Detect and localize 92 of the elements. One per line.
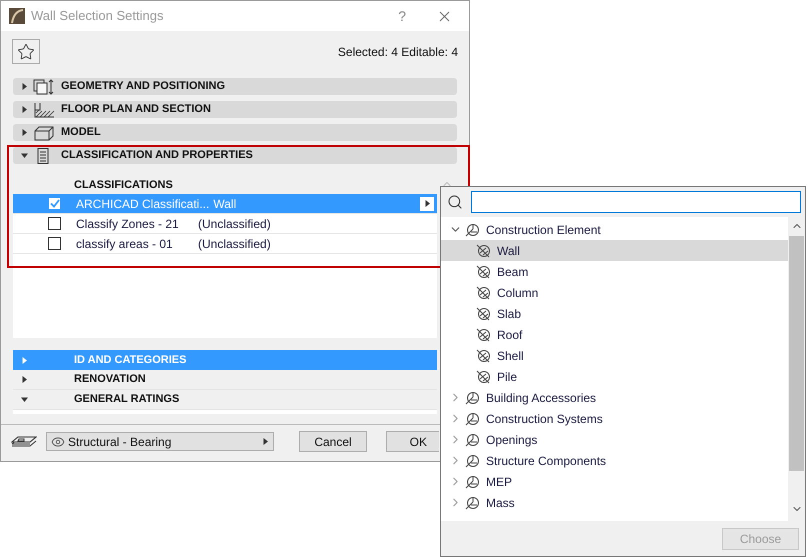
classification-system: ARCHICAD Classificati...: [76, 196, 210, 212]
tree-item[interactable]: Beam: [441, 261, 788, 282]
category-icon: [465, 496, 480, 510]
tree-item[interactable]: Mass: [441, 492, 788, 513]
selection-count: Selected: 4 Editable: 4: [338, 44, 458, 60]
tree-item[interactable]: MEP: [441, 471, 788, 492]
classification-system: Classify Zones - 21: [76, 216, 180, 232]
expand-triangle-icon[interactable]: [262, 438, 269, 445]
tree-item[interactable]: Shell: [441, 345, 788, 366]
geometry-icon: [33, 78, 55, 94]
panel-title: MODEL: [61, 125, 101, 140]
checkbox[interactable]: [48, 197, 61, 210]
checkbox[interactable]: [48, 237, 61, 250]
expand-triangle-icon[interactable]: [21, 106, 28, 113]
category-icon: [465, 390, 480, 404]
group-title: GENERAL RATINGS: [74, 392, 180, 408]
checkbox[interactable]: [48, 217, 61, 230]
layers-icon: [11, 436, 37, 447]
floor-plan-icon: [33, 102, 55, 118]
element-icon: [476, 306, 491, 320]
tree-item[interactable]: Openings: [441, 429, 788, 450]
tree-label: Roof: [497, 326, 522, 344]
tree-item[interactable]: Column: [441, 282, 788, 303]
tree-label: Column: [497, 284, 538, 302]
category-icon: [465, 474, 480, 488]
classification-value: Wall: [213, 196, 236, 212]
element-icon: [476, 370, 491, 384]
tree-label: Construction Systems: [486, 410, 603, 428]
expand-triangle-icon[interactable]: [21, 83, 28, 90]
expand-triangle-icon[interactable]: [424, 200, 431, 207]
tree-label: Mass: [486, 494, 515, 512]
star-icon: [17, 42, 35, 60]
favorites-button[interactable]: [12, 39, 40, 64]
panel-title: CLASSIFICATION AND PROPERTIES: [61, 148, 253, 164]
category-icon: [465, 222, 480, 236]
search-icon: [447, 194, 463, 210]
tree-label: Slab: [497, 306, 522, 322]
tree-label: Building Accessories: [486, 390, 596, 406]
panel-title: FLOOR PLAN AND SECTION: [61, 102, 211, 118]
ok-button[interactable]: OK: [386, 431, 439, 452]
tree-item[interactable]: Construction Systems: [441, 408, 788, 429]
tree-label: Construction Element: [486, 222, 601, 238]
classification-value: (Unclassified): [198, 236, 271, 252]
panel-header[interactable]: CLASSIFICATION AND PROPERTIES: [13, 147, 457, 164]
tree-item[interactable]: Construction Element: [441, 219, 788, 240]
picker-button[interactable]: [419, 196, 436, 212]
tree-item[interactable]: Structure Components: [441, 450, 788, 471]
tree-item[interactable]: Pile: [441, 366, 788, 387]
element-icon: [476, 264, 491, 278]
layer-dropdown[interactable]: Structural - Bearing: [46, 432, 274, 451]
tree-label: MEP: [486, 474, 512, 490]
tree-label: Shell: [497, 348, 524, 364]
search-field[interactable]: [471, 191, 801, 213]
classification-value: (Unclassified): [198, 216, 271, 232]
tree-label: Pile: [497, 368, 518, 386]
app-icon: [9, 8, 25, 24]
tree-item[interactable]: Roof: [441, 324, 788, 345]
element-icon: [476, 286, 491, 300]
box-icon: [33, 124, 55, 140]
panel-header[interactable]: GEOMETRY AND POSITIONING: [13, 78, 457, 95]
tree-label: Openings: [486, 432, 538, 448]
collapse-triangle-icon[interactable]: [21, 152, 28, 159]
classification-row[interactable]: Classify Zones - 21 (Unclassified): [13, 214, 438, 234]
classification-system: classify areas - 01: [76, 236, 174, 252]
element-icon: [476, 328, 491, 342]
column-header: CLASSIFICATIONS: [74, 178, 173, 193]
collapse-triangle-icon[interactable]: [21, 396, 28, 403]
help-button[interactable]: ?: [398, 6, 406, 26]
element-icon: [476, 244, 491, 258]
element-icon: [476, 348, 491, 362]
tree-item[interactable]: Slab: [441, 303, 788, 324]
classification-row[interactable]: classify areas - 01 (Unclassified): [13, 234, 438, 254]
category-icon: [465, 454, 480, 468]
check-icon: [50, 199, 60, 208]
panel-header[interactable]: MODEL: [13, 124, 457, 141]
expand-triangle-icon[interactable]: [21, 376, 28, 383]
category-icon: [465, 412, 480, 426]
group-title: RENOVATION: [74, 372, 146, 388]
panel-title: GEOMETRY AND POSITIONING: [61, 79, 225, 94]
group-title: ID AND CATEGORIES: [74, 352, 186, 368]
panel-header[interactable]: FLOOR PLAN AND SECTION: [13, 101, 457, 118]
cancel-button[interactable]: Cancel: [299, 431, 367, 452]
tree-label: Structure Components: [486, 452, 606, 470]
window-title: Wall Selection Settings: [31, 7, 164, 26]
scrollbar-thumb[interactable]: [789, 236, 804, 471]
category-icon: [465, 432, 480, 446]
tree-label: Beam: [497, 264, 528, 280]
eye-icon: [51, 434, 65, 448]
expand-triangle-icon[interactable]: [21, 129, 28, 136]
tree-label: Wall: [497, 242, 520, 260]
tree-item[interactable]: Wall: [441, 240, 788, 261]
tree-item[interactable]: Building Accessories: [441, 387, 788, 408]
